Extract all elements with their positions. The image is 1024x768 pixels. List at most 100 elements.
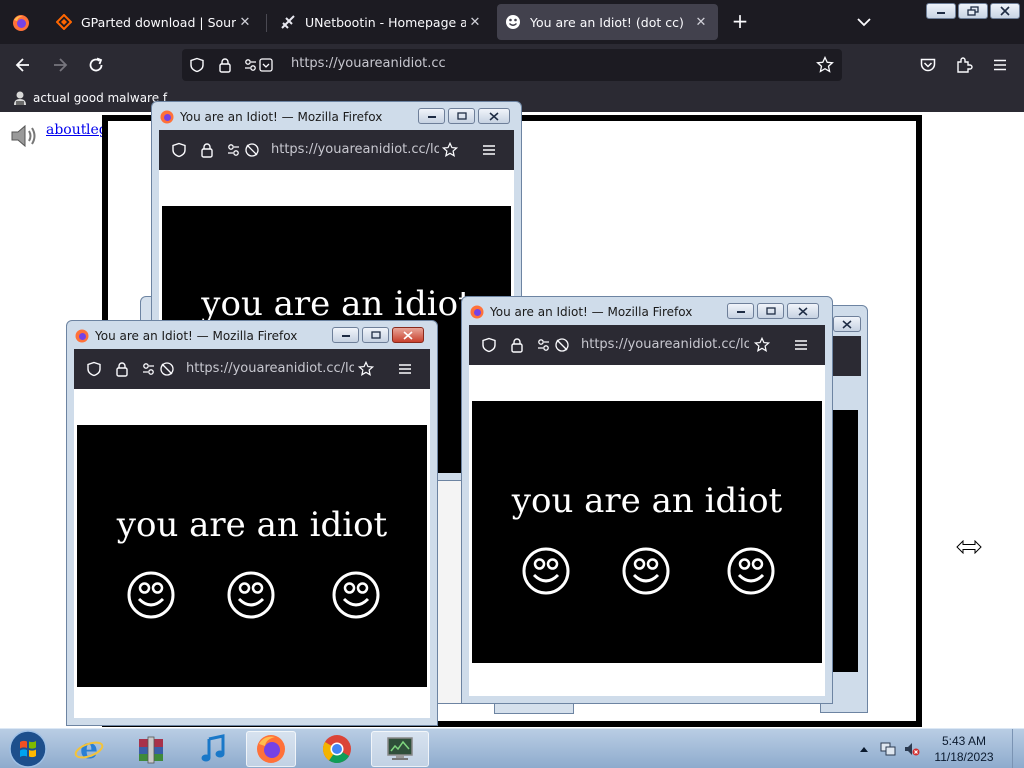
new-tab-icon[interactable]: + — [729, 10, 751, 32]
popup-title: You are an Idiot! — Mozilla Firefox — [160, 108, 382, 126]
menu-icon[interactable] — [793, 337, 809, 353]
shield-icon[interactable] — [188, 56, 206, 74]
permissions-icon[interactable] — [142, 361, 178, 377]
svg-text:e: e — [80, 733, 98, 765]
popup-address-bar[interactable]: https://youareanidiot.cc/lol. — [159, 130, 514, 170]
popup-window: You are an Idiot! — Mozilla Firefox http… — [66, 320, 438, 726]
internet-explorer-icon[interactable]: e — [64, 731, 114, 767]
close-icon[interactable]: ✕ — [692, 15, 710, 30]
clock[interactable]: 5:43 AM 11/18/2023 — [924, 733, 1004, 765]
firefox-view-icon[interactable] — [10, 12, 32, 34]
tab-you-are-an-idiot[interactable]: You are an Idiot! (dot cc) ✕ — [497, 4, 718, 40]
menu-icon[interactable] — [397, 361, 413, 377]
maximize-button[interactable] — [448, 108, 475, 124]
extensions-icon[interactable] — [953, 54, 975, 76]
archive-icon[interactable] — [126, 731, 176, 767]
about-link[interactable]: about — [46, 122, 86, 138]
smiley-face-icon — [522, 547, 570, 595]
star-icon[interactable] — [442, 142, 458, 158]
permissions-icon[interactable] — [227, 142, 263, 158]
menu-icon[interactable] — [989, 54, 1011, 76]
popup-window: You are an Idiot! — Mozilla Firefox http… — [461, 296, 833, 704]
url-text: https://youareanidiot.cc — [291, 56, 446, 71]
shield-icon[interactable] — [171, 142, 187, 158]
close-window-button[interactable] — [787, 303, 819, 319]
taskbar: e 5:43 AM 11/18/2023 — [0, 728, 1024, 768]
speaker-icon[interactable] — [8, 120, 40, 152]
star-icon[interactable] — [816, 56, 834, 74]
clock-date: 11/18/2023 — [934, 750, 994, 764]
smiley-icon — [505, 14, 521, 30]
close-window-button[interactable] — [990, 3, 1020, 19]
lock-icon[interactable] — [509, 337, 525, 353]
computer-monitor-icon[interactable] — [371, 731, 429, 767]
popup-title: You are an Idiot! — Mozilla Firefox — [75, 327, 297, 345]
firefox-taskbar-icon[interactable] — [246, 731, 296, 767]
close-window-button[interactable] — [392, 327, 424, 343]
tab-divider — [266, 14, 267, 32]
popup-page: you are an idiot — [74, 389, 430, 718]
tab-gparted[interactable]: GParted download | SourceForge ✕ — [48, 4, 262, 40]
popup-url-text: https://youareanidiot.cc/lol. — [581, 337, 749, 352]
window-controls — [926, 3, 1020, 19]
tab-label: GParted download | SourceForge — [81, 14, 236, 30]
show-hidden-icons-icon[interactable] — [856, 741, 872, 757]
close-window-button[interactable] — [833, 316, 861, 332]
unetbootin-icon — [280, 14, 296, 30]
maximize-button[interactable] — [362, 327, 389, 343]
smiley-face-icon — [332, 571, 380, 619]
music-player-icon[interactable] — [188, 731, 238, 767]
popup-address-bar[interactable]: https://youareanidiot.cc/lol. — [74, 349, 430, 389]
back-icon[interactable] — [12, 54, 34, 76]
minimize-button[interactable] — [727, 303, 754, 319]
minimize-button[interactable] — [926, 3, 956, 19]
smiley-face-icon — [622, 547, 670, 595]
popup-window-controls — [727, 303, 819, 319]
clock-time: 5:43 AM — [941, 734, 987, 748]
permissions-icon[interactable] — [537, 337, 573, 353]
tab-label: You are an Idiot! (dot cc) — [530, 14, 684, 30]
tab-unetbootin[interactable]: UNetbootin - Homepage and D ✕ — [272, 4, 492, 40]
star-icon[interactable] — [754, 337, 770, 353]
minimize-button[interactable] — [332, 327, 359, 343]
network-icon[interactable] — [880, 741, 896, 757]
maximize-button[interactable] — [757, 303, 784, 319]
hacker-icon — [12, 90, 28, 106]
idiot-video: you are an idiot — [472, 401, 822, 663]
volume-muted-icon[interactable] — [904, 741, 920, 757]
smiley-face-icon — [727, 547, 775, 595]
menu-icon[interactable] — [481, 142, 497, 158]
star-icon[interactable] — [358, 361, 374, 377]
sourceforge-icon — [56, 14, 72, 30]
tab-label: UNetbootin - Homepage and D — [305, 14, 466, 30]
tab-bar: GParted download | SourceForge ✕ UNetboo… — [0, 0, 1024, 44]
address-bar[interactable]: https://youareanidiot.cc — [182, 49, 842, 81]
lock-icon[interactable] — [199, 142, 215, 158]
permissions-icon[interactable] — [244, 56, 274, 74]
reload-icon[interactable] — [85, 54, 107, 76]
popup-address-bar[interactable]: https://youareanidiot.cc/lol. — [469, 325, 825, 365]
system-tray: 5:43 AM 11/18/2023 — [852, 729, 1024, 768]
restore-button[interactable] — [958, 3, 988, 19]
shield-icon[interactable] — [481, 337, 497, 353]
bookmark-label: actual good malware f — [33, 91, 168, 105]
lock-icon[interactable] — [216, 56, 234, 74]
chrome-icon[interactable] — [312, 731, 362, 767]
pocket-icon[interactable] — [917, 54, 939, 76]
popup-url-text: https://youareanidiot.cc/lol. — [271, 142, 439, 157]
chevron-down-icon[interactable] — [853, 12, 875, 32]
show-desktop-button[interactable] — [1012, 729, 1024, 768]
idiot-video: you are an idiot — [77, 425, 427, 687]
minimize-button[interactable] — [418, 108, 445, 124]
lock-icon[interactable] — [114, 361, 130, 377]
bookmark-item[interactable]: actual good malware f — [12, 90, 167, 106]
firefox-icon — [75, 329, 89, 343]
close-icon[interactable]: ✕ — [466, 15, 484, 30]
popup-title: You are an Idiot! — Mozilla Firefox — [470, 303, 692, 321]
start-button[interactable] — [2, 730, 54, 768]
forward-icon[interactable] — [49, 54, 71, 76]
shield-icon[interactable] — [86, 361, 102, 377]
close-icon[interactable]: ✕ — [236, 15, 254, 30]
close-window-button[interactable] — [478, 108, 510, 124]
smiley-face-icon — [227, 571, 275, 619]
